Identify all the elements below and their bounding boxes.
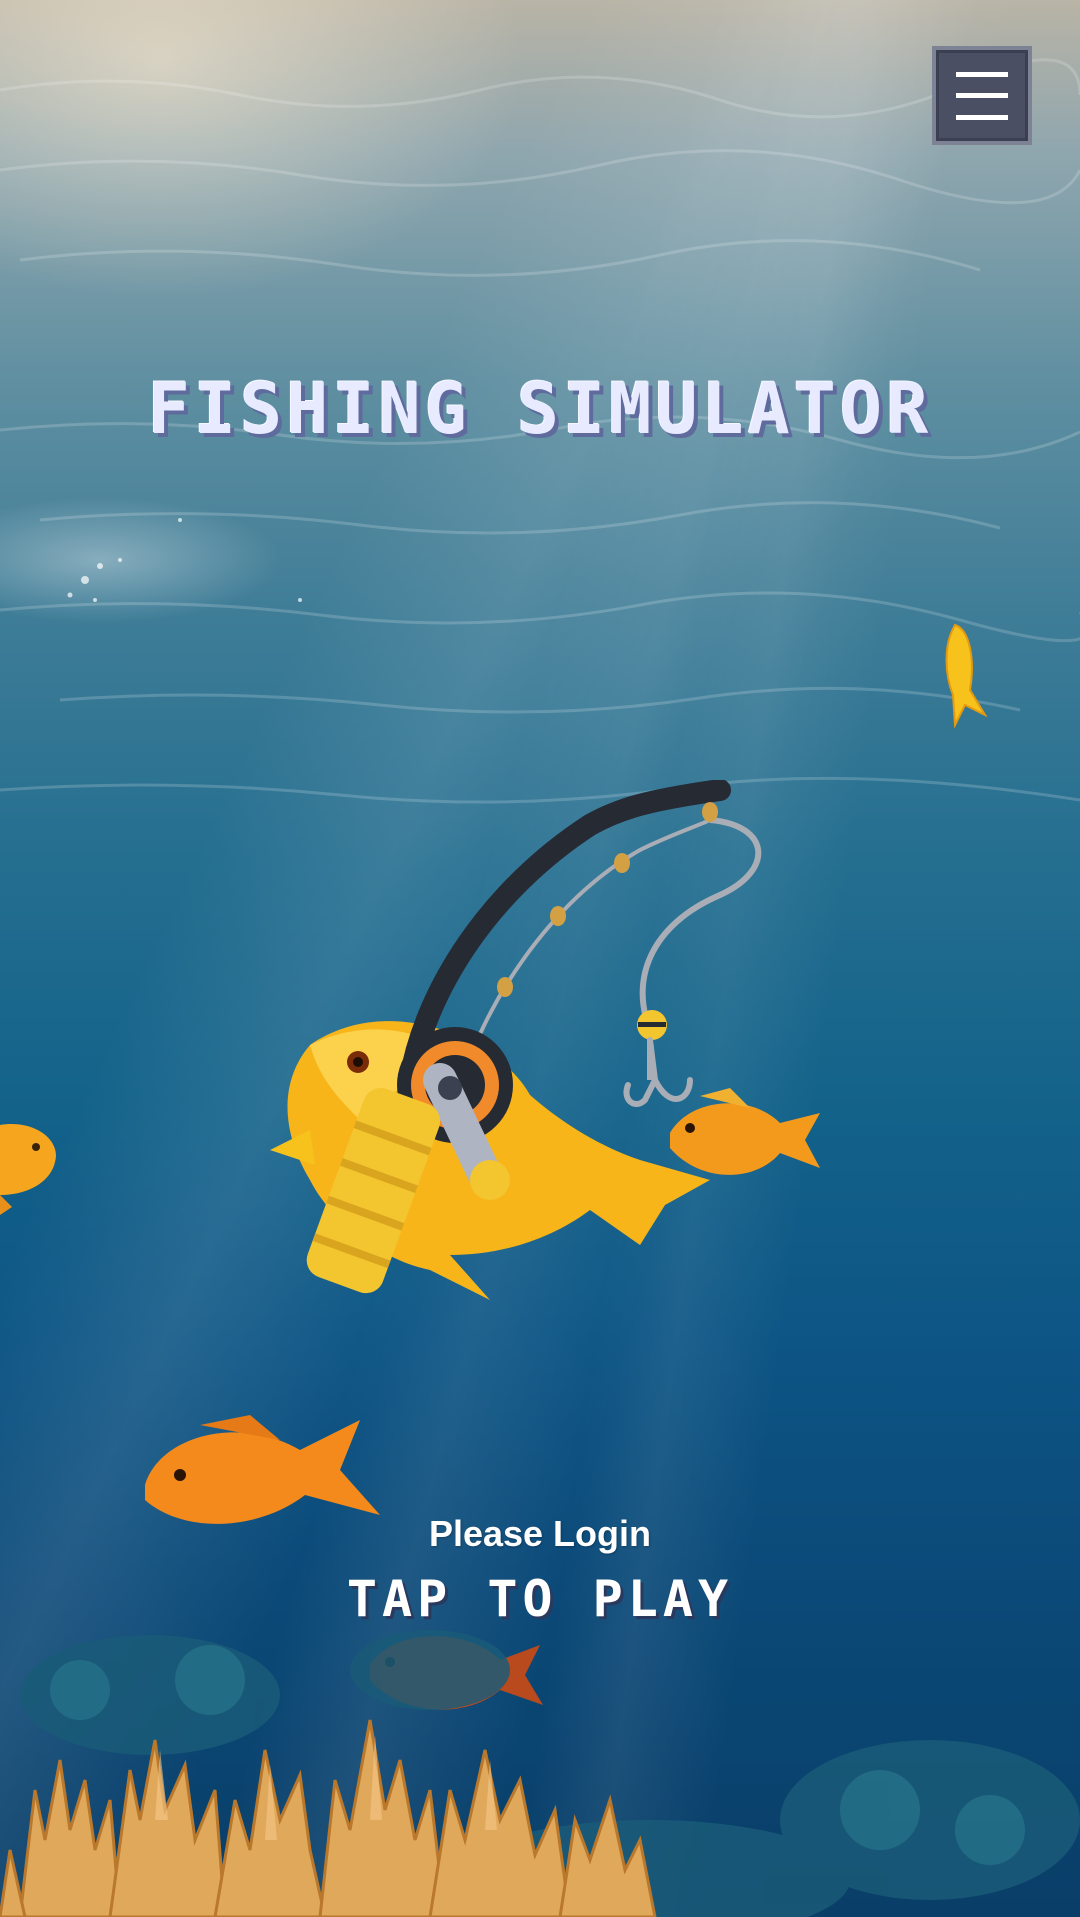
hamburger-menu-icon: [956, 71, 1008, 120]
coral-reef: [0, 1630, 1080, 1917]
game-title: FISHING SIMULATOR: [147, 368, 933, 450]
menu-button[interactable]: [932, 46, 1032, 145]
yellow-fish-small-icon: [945, 623, 988, 729]
orange-fish-left-edge-icon: [0, 1124, 56, 1215]
game-scene[interactable]: FISHING SIMULATOR Please Login TAP TO PL…: [0, 0, 1080, 1917]
fishing-rod-icon: [306, 780, 762, 1294]
